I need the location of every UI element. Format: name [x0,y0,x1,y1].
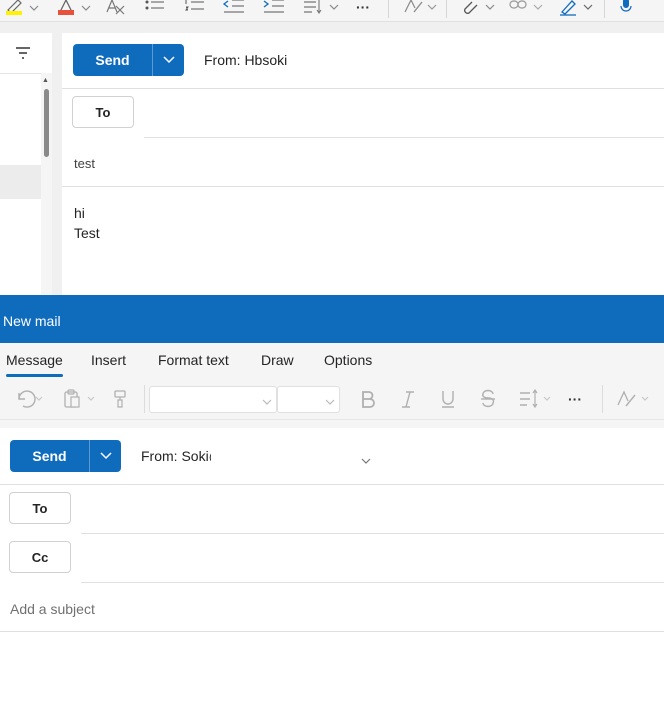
to-button[interactable]: To [9,492,71,524]
subject-input[interactable]: Add a subject [10,601,95,617]
toolbar-divider [446,0,447,18]
body-line: hi [74,205,85,221]
reply-compose-pane: Send From: Hbsoki To test hi Test [62,33,664,295]
attach-icon[interactable] [460,0,496,16]
send-split-button: Send [10,440,121,472]
chevron-down-icon [325,394,335,412]
signature-icon[interactable] [558,0,594,16]
to-button[interactable]: To [72,96,134,128]
send-button[interactable]: Send [73,44,152,76]
link-icon[interactable] [508,0,544,16]
divider [0,484,664,485]
dictate-icon[interactable] [618,0,634,16]
chevron-down-icon [262,394,272,412]
underline-icon[interactable] [440,389,456,409]
background-ribbon-toolbar: ··· [0,0,664,22]
divider [62,186,664,187]
send-options-chevron-icon[interactable] [89,440,121,472]
font-name-select[interactable] [149,386,277,413]
divider [81,533,664,534]
scrollbar-thumb[interactable] [44,89,49,157]
more-icon[interactable]: ··· [356,0,370,16]
strikethrough-icon[interactable] [480,389,496,409]
tab-message[interactable]: Message [6,352,63,377]
from-field[interactable]: From: Hbsoki [204,52,287,68]
increase-indent-icon[interactable] [262,0,286,16]
toolbar-divider [388,0,389,18]
italic-icon[interactable] [400,389,416,409]
divider [62,88,664,89]
font-size-select[interactable] [277,386,340,413]
bold-icon[interactable] [360,389,376,409]
send-button[interactable]: Send [10,440,89,472]
toolbar-gap [0,420,664,428]
clear-format-icon[interactable] [104,0,126,16]
undo-icon[interactable] [14,389,46,409]
font-color-icon[interactable] [56,0,92,16]
tab-options[interactable]: Options [324,352,372,368]
tab-draw[interactable]: Draw [261,352,294,368]
paste-icon[interactable] [62,389,98,409]
decrease-indent-icon[interactable] [222,0,246,16]
numbering-icon[interactable] [184,0,206,16]
window-title: New mail [3,313,61,329]
ribbon-tabs: Message Insert Format text Draw Options [0,343,664,379]
toolbar-divider [604,0,605,18]
toolbar-divider [144,385,145,413]
editor-icon[interactable] [402,0,438,16]
message-list-pane: ▲ [0,33,52,295]
ribbon-toolbar: ··· [0,379,664,420]
scroll-up-icon[interactable]: ▲ [42,77,49,84]
divider [0,631,664,632]
line-spacing-icon[interactable] [302,0,342,16]
body-line: Test [74,225,100,241]
tab-insert[interactable]: Insert [91,352,126,368]
send-split-button: Send [73,44,184,76]
line-spacing-icon[interactable] [518,389,554,409]
subject-field[interactable]: test [74,156,95,171]
bullets-icon[interactable] [144,0,166,16]
format-painter-icon[interactable] [112,389,128,409]
more-options-icon[interactable]: ··· [568,389,582,409]
cc-button[interactable]: Cc [9,541,71,573]
send-options-chevron-icon[interactable] [152,44,184,76]
list-item[interactable] [0,165,41,199]
tab-format-text[interactable]: Format text [158,352,229,368]
filter-icon[interactable] [14,45,32,61]
from-chevron-down-icon[interactable] [361,452,371,470]
new-mail-compose-pane: Send From: Soki@ To Cc Add a subject [0,428,664,716]
editor-icon[interactable] [616,389,656,409]
highlight-icon[interactable] [4,0,40,16]
from-field[interactable]: From: Soki@ [141,448,211,464]
message-body[interactable]: hi Test [74,203,100,243]
toolbar-divider [602,385,603,413]
new-mail-title-bar[interactable]: New mail [0,295,664,343]
divider [81,582,664,583]
divider [144,137,664,138]
